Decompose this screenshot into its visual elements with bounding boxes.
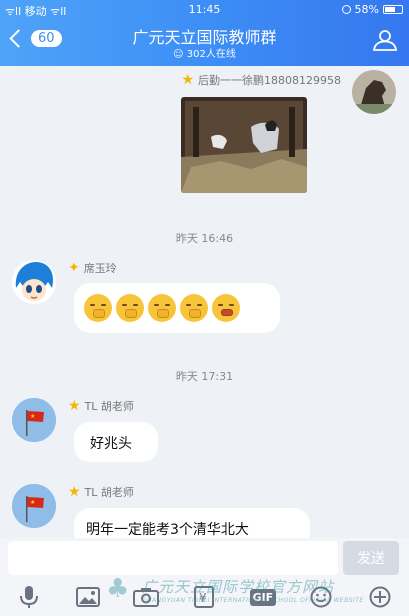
input-bar: 发送 bbox=[0, 538, 409, 578]
online-icon: ☺ bbox=[173, 49, 184, 60]
avatar[interactable] bbox=[12, 260, 56, 304]
image-icon bbox=[75, 587, 100, 607]
horse-photo-avatar bbox=[352, 70, 396, 114]
sender-name: ✦ 席玉玲 bbox=[68, 260, 117, 276]
send-button[interactable]: 发送 bbox=[343, 541, 399, 575]
microphone-icon bbox=[20, 586, 39, 608]
flag-avatar: ★ bbox=[12, 484, 56, 528]
photo-button[interactable] bbox=[73, 582, 103, 612]
anime-avatar bbox=[12, 260, 56, 304]
shared-photo[interactable] bbox=[181, 97, 307, 193]
pray-emoji-icon bbox=[116, 294, 144, 322]
flag-avatar: ★ bbox=[12, 398, 56, 442]
gif-button[interactable]: GIF bbox=[248, 582, 278, 612]
sender-name: ★ 后勤一一徐鹏18808129958 bbox=[181, 72, 341, 88]
gif-icon: GIF bbox=[249, 588, 277, 606]
status-bar: ᯤll 移动 ᯤll 11:45 58% bbox=[0, 0, 409, 18]
sparkle-badge-icon: ✦ bbox=[68, 260, 80, 276]
laugh-emoji-icon bbox=[212, 294, 240, 322]
pray-emoji-icon bbox=[148, 294, 176, 322]
svg-text:★: ★ bbox=[30, 499, 35, 506]
avatar[interactable]: ★ bbox=[12, 398, 56, 442]
timestamp: 昨天 17:31 bbox=[175, 370, 234, 383]
star-badge-icon: ★ bbox=[68, 398, 81, 414]
timestamp: 昨天 16:46 bbox=[175, 232, 234, 245]
avatar[interactable]: ★ bbox=[12, 484, 56, 528]
emoji-button[interactable] bbox=[306, 582, 336, 612]
red-packet-icon: ¥ bbox=[194, 586, 215, 608]
more-button[interactable] bbox=[365, 582, 395, 612]
red-packet-button[interactable]: ¥ bbox=[189, 582, 219, 612]
message-bubble[interactable]: 好兆头 bbox=[74, 422, 158, 462]
emoji-bubble[interactable] bbox=[74, 283, 280, 333]
battery-icon bbox=[383, 5, 403, 14]
battery-indicator: 58% bbox=[341, 3, 403, 16]
camera-icon bbox=[133, 588, 160, 607]
sender-name: ★ TL 胡老师 bbox=[68, 484, 134, 500]
star-badge-icon: ★ bbox=[181, 72, 195, 88]
bottom-toolbar: ¥ GIF bbox=[0, 578, 409, 616]
camera-button[interactable] bbox=[131, 582, 161, 612]
svg-text:★: ★ bbox=[30, 413, 35, 420]
pray-emoji-icon bbox=[84, 294, 112, 322]
avatar[interactable] bbox=[352, 70, 396, 114]
online-count: ☺ 302人在线 bbox=[173, 49, 236, 60]
battery-percent: 58% bbox=[354, 3, 379, 16]
group-members-icon[interactable] bbox=[371, 29, 399, 51]
alarm-icon bbox=[341, 5, 351, 14]
top-bar: ᯤll 移动 ᯤll 11:45 58% 60 广元天立国际教师群 ☺ 302人… bbox=[0, 0, 409, 66]
photo-content bbox=[181, 97, 307, 193]
message-input[interactable] bbox=[8, 541, 338, 575]
plus-circle-icon bbox=[369, 586, 391, 608]
sender-name: ★ TL 胡老师 bbox=[68, 398, 134, 414]
chat-area[interactable]: ★ 后勤一一徐鹏18808129958 昨天 16:46 ✦ 席玉玲 昨天 17… bbox=[0, 66, 409, 548]
star-badge-icon: ★ bbox=[68, 484, 81, 500]
voice-button[interactable] bbox=[14, 582, 44, 612]
pray-emoji-icon bbox=[180, 294, 208, 322]
svg-text:¥: ¥ bbox=[199, 591, 207, 605]
smiley-icon bbox=[310, 586, 332, 608]
